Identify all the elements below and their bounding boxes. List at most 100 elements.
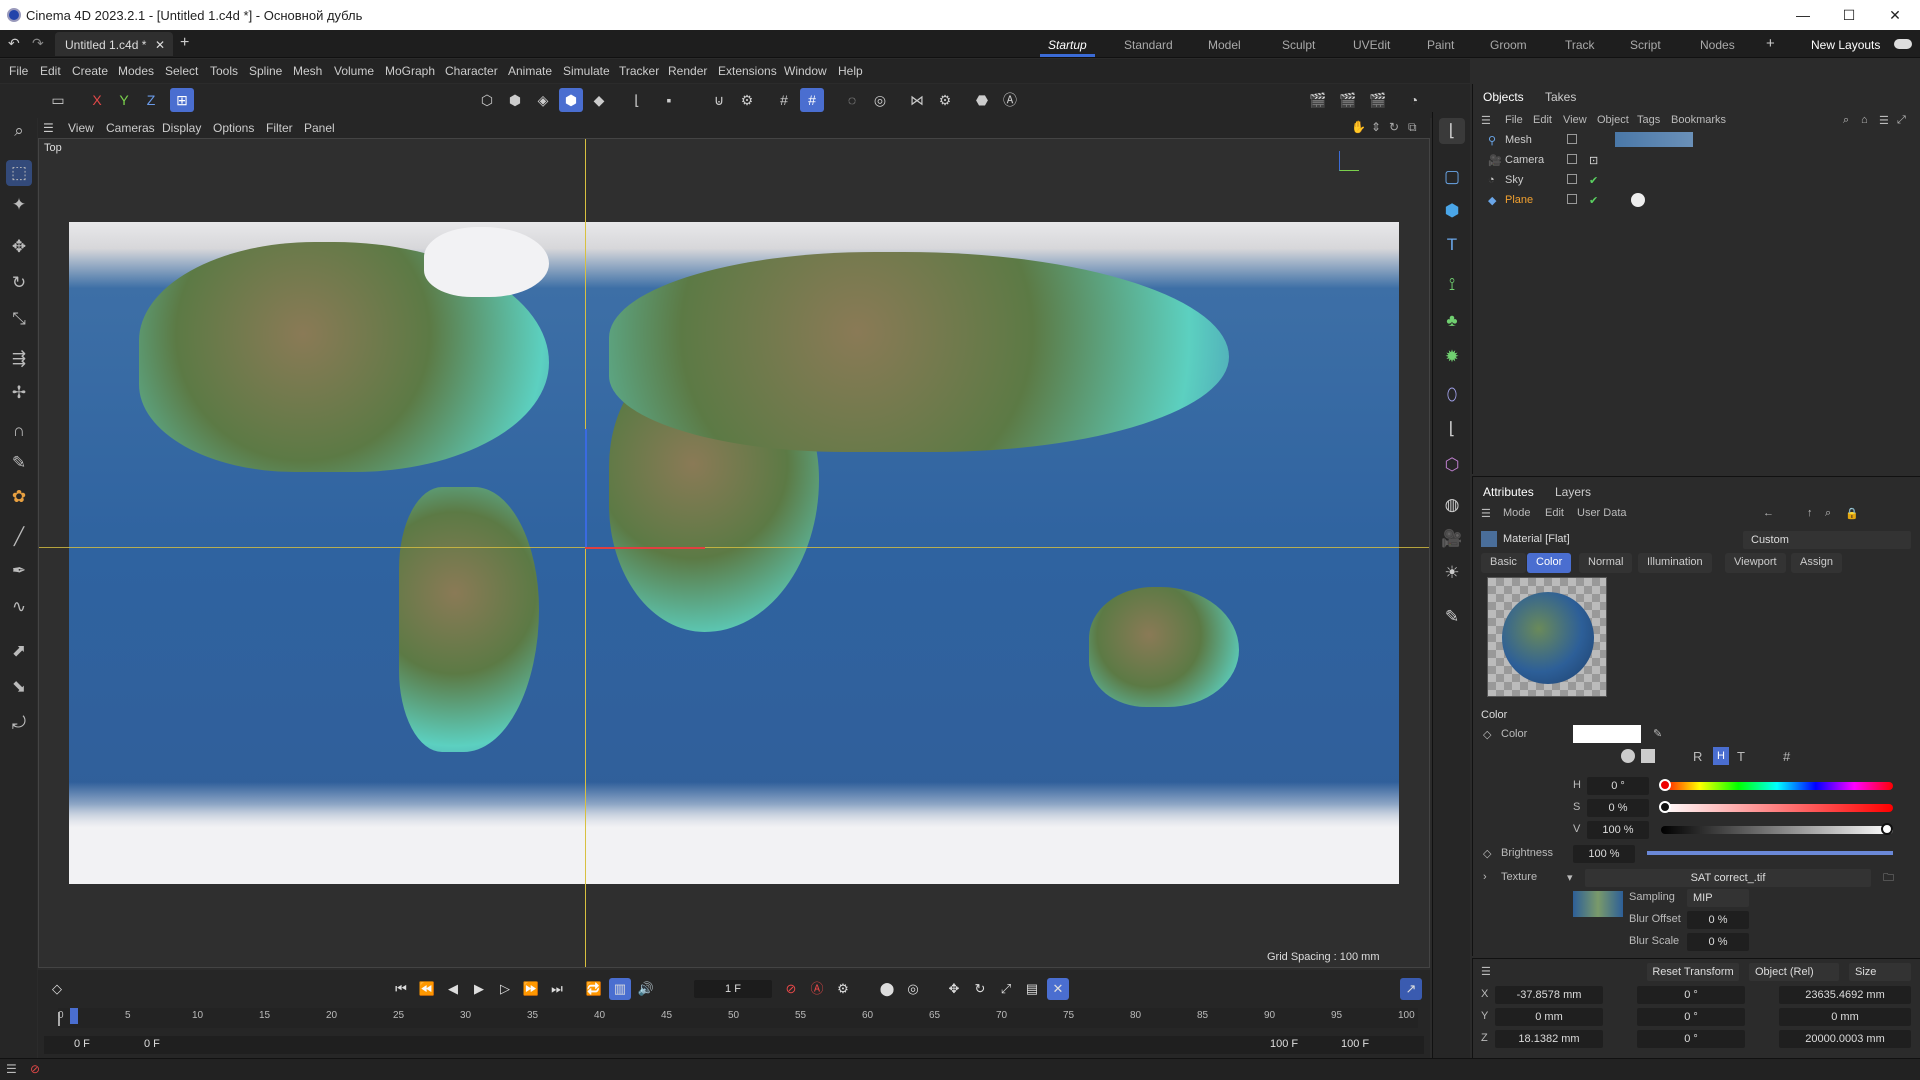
key-position-icon[interactable]: ✥ xyxy=(943,978,965,1000)
blur-offset-field[interactable]: 0 % xyxy=(1687,911,1749,929)
current-frame-field[interactable]: 1 F xyxy=(694,980,772,998)
menu-spline[interactable]: Spline xyxy=(249,64,282,78)
model-mode-icon[interactable]: ⬢ xyxy=(559,88,583,112)
autokey-icon[interactable]: Ⓐ xyxy=(806,978,828,1000)
tab-takes[interactable]: Takes xyxy=(1545,90,1576,104)
brightness-field[interactable]: 100 % xyxy=(1573,845,1635,863)
position-z-field[interactable]: 18.1382 mm xyxy=(1495,1030,1603,1048)
generator-icon[interactable]: ⟟ xyxy=(1439,272,1465,298)
enabled-check-icon[interactable]: ✔ xyxy=(1589,174,1598,187)
transfer-icon[interactable]: ⇶ xyxy=(6,346,32,372)
edges-mode-icon[interactable]: ⬢ xyxy=(503,88,527,112)
close-button[interactable]: ✕ xyxy=(1872,0,1918,30)
hue-slider[interactable] xyxy=(1661,782,1893,790)
redo-icon[interactable]: ↷ xyxy=(32,35,44,52)
status-check-icon[interactable]: ⊘ xyxy=(30,1062,40,1076)
size-y-field[interactable]: 0 mm xyxy=(1779,1008,1911,1026)
blur-scale-field[interactable]: 0 % xyxy=(1687,933,1749,951)
status-menu-icon[interactable]: ☰ xyxy=(6,1062,17,1076)
menu-window[interactable]: Window xyxy=(784,64,827,78)
axis-mode-icon[interactable]: ⌊ xyxy=(625,88,649,112)
field-icon[interactable]: ⌊ xyxy=(1439,416,1465,442)
attributes-hamburger-icon[interactable]: ☰ xyxy=(1481,507,1491,520)
visibility-toggle[interactable] xyxy=(1567,134,1577,144)
objects-menu-file[interactable]: File xyxy=(1505,114,1523,126)
channel-r-button[interactable]: R xyxy=(1693,749,1702,764)
loop-icon[interactable]: 🔁 xyxy=(583,978,605,1000)
axis-z-button[interactable]: Z xyxy=(139,88,163,112)
objects-menu-view[interactable]: View xyxy=(1563,114,1587,126)
position-x-field[interactable]: -37.8578 mm xyxy=(1495,986,1603,1004)
spline-icon[interactable]: ∿ xyxy=(6,594,32,620)
range-end[interactable]: 100 F xyxy=(1341,1038,1369,1050)
layout-script[interactable]: Script xyxy=(1630,38,1661,52)
back-icon[interactable]: ← xyxy=(1763,507,1774,519)
v-field[interactable]: 100 % xyxy=(1587,821,1649,839)
attributes-menu-mode[interactable]: Mode xyxy=(1503,507,1531,519)
subtab-color[interactable]: Color xyxy=(1527,553,1572,573)
magnet-icon[interactable]: ∩ xyxy=(6,418,32,444)
environment-icon[interactable]: ◍ xyxy=(1439,492,1465,518)
objects-menu-tags[interactable]: Tags xyxy=(1637,114,1660,126)
lock-icon[interactable]: ◌ xyxy=(840,88,864,112)
keyframe-diamond-icon[interactable]: ◇ xyxy=(46,978,68,1000)
texture-dropdown-icon[interactable]: ▾ xyxy=(1567,871,1573,884)
pen-icon[interactable]: ✒ xyxy=(6,558,32,584)
axis-x-button[interactable]: X xyxy=(85,88,109,112)
viewport-menu-filter[interactable]: Filter xyxy=(266,121,293,135)
size-z-field[interactable]: 20000.0003 mm xyxy=(1779,1030,1911,1048)
preset-dropdown[interactable]: Custom xyxy=(1743,531,1911,549)
range-preview-end[interactable]: 100 F xyxy=(1270,1038,1298,1050)
viewport-menu-options[interactable]: Options xyxy=(213,121,254,135)
color-keyframe-icon[interactable]: ◇ xyxy=(1483,728,1491,741)
fps-icon[interactable]: ▥ xyxy=(609,978,631,1000)
layout-sculpt[interactable]: Sculpt xyxy=(1282,38,1315,52)
menu-extensions[interactable]: Extensions xyxy=(718,64,777,78)
spread-icon[interactable]: ✢ xyxy=(6,380,32,406)
tab-layers[interactable]: Layers xyxy=(1555,485,1591,499)
object-row-plane[interactable]: ◆ Plane ✔ xyxy=(1483,193,1913,213)
h-field[interactable]: 0 ° xyxy=(1587,777,1649,795)
minimize-button[interactable]: — xyxy=(1780,0,1826,30)
x-gizmo-arrow[interactable] xyxy=(585,547,705,549)
visibility-toggle[interactable] xyxy=(1567,194,1577,204)
render-settings-clapper-icon[interactable]: 🎬 xyxy=(1366,88,1390,112)
new-layouts-label[interactable]: New Layouts xyxy=(1811,38,1880,52)
solo-icon[interactable]: ▪ xyxy=(657,88,681,112)
viewport-menu-view[interactable]: View xyxy=(68,121,94,135)
key-rotation-icon[interactable]: ↻ xyxy=(969,978,991,1000)
range-start[interactable]: 0 F xyxy=(74,1038,90,1050)
texture-expand-icon[interactable]: › xyxy=(1483,871,1487,883)
camera-icon[interactable]: 🎥 xyxy=(1439,526,1465,552)
eyedropper-icon[interactable]: ✎ xyxy=(1653,727,1662,740)
move-tool-icon[interactable]: ✥ xyxy=(6,234,32,260)
layout-paint[interactable]: Paint xyxy=(1427,38,1454,52)
tab-objects[interactable]: Objects xyxy=(1483,90,1524,104)
go-to-end-icon[interactable]: ⏭ xyxy=(546,978,568,1000)
attributes-lock-icon[interactable]: 🔒 xyxy=(1845,507,1859,520)
subtab-assign[interactable]: Assign xyxy=(1791,553,1843,573)
value-slider-knob[interactable] xyxy=(1881,823,1893,835)
brush-icon[interactable]: ╱ xyxy=(6,524,32,550)
menu-select[interactable]: Select xyxy=(165,64,198,78)
record-icon[interactable]: ⊘ xyxy=(780,978,802,1000)
brightness-keyframe-icon[interactable]: ◇ xyxy=(1483,847,1491,860)
s-field[interactable]: 0 % xyxy=(1587,799,1649,817)
menu-simulate[interactable]: Simulate xyxy=(563,64,610,78)
render-settings-icon[interactable]: ◎ xyxy=(868,88,892,112)
workplane-icon[interactable]: # xyxy=(800,88,824,112)
menu-character[interactable]: Character xyxy=(445,64,498,78)
subtab-normal[interactable]: Normal xyxy=(1579,553,1633,573)
add-layout-icon[interactable]: + xyxy=(1766,35,1775,52)
layout-standard[interactable]: Standard xyxy=(1124,38,1173,52)
viewport[interactable]: Top Grid Spacing : 100 mm xyxy=(38,138,1430,968)
objects-hamburger-icon[interactable]: ☰ xyxy=(1481,114,1491,127)
cloner-icon[interactable]: ♣ xyxy=(1439,308,1465,334)
texture-file-field[interactable]: SAT correct_.tif xyxy=(1585,869,1871,887)
material-tag-icon[interactable] xyxy=(1631,193,1645,207)
menu-render[interactable]: Render xyxy=(668,64,707,78)
viewport-menu-panel[interactable]: Panel xyxy=(304,121,335,135)
objects-menu-edit[interactable]: Edit xyxy=(1533,114,1552,126)
objects-menu-object[interactable]: Object xyxy=(1597,114,1629,126)
rotation-p-field[interactable]: 0 ° xyxy=(1637,1008,1745,1026)
